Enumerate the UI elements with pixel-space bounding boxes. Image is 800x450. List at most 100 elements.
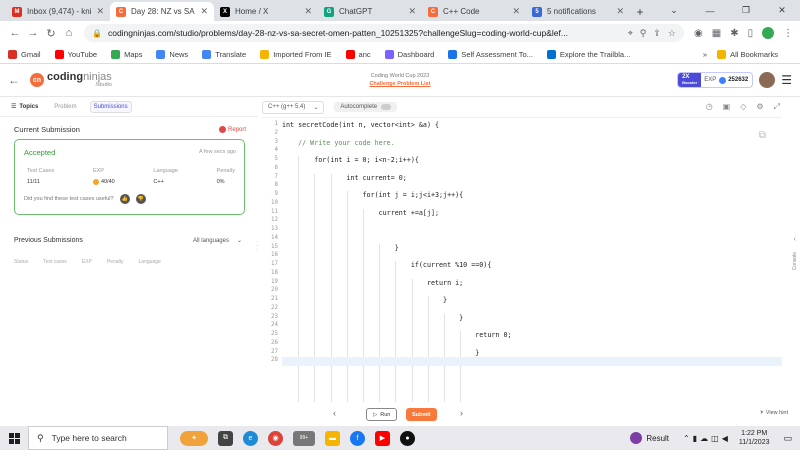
submit-button[interactable]: Submit [406,408,437,421]
omnibox[interactable]: 🔒 codingninjas.com/studio/problems/day-2… [84,24,684,42]
extension-icon[interactable]: ◉ [694,28,703,39]
exp-booster-badge[interactable]: 2X Booster EXP 252632 [677,72,754,88]
forward-icon[interactable]: → [24,27,42,39]
browser-tab[interactable]: C Day 28: NZ vs SA ✕ [110,2,214,21]
bookmark-item[interactable]: anc [345,49,371,59]
facebook-icon[interactable]: f [350,430,365,446]
bookmark-item[interactable]: Translate [202,49,246,59]
browser-tab[interactable]: C C++ Code ✕ [422,2,526,21]
thumbs-down-icon[interactable]: 👎 [135,194,146,204]
translate-icon[interactable]: ⌖ [628,28,633,39]
bookmark-item[interactable]: Explore the Trailbla... [546,49,630,59]
home-icon[interactable]: ⌂ [60,27,78,39]
mail-badge-icon[interactable]: 99+ [293,430,315,446]
diwali-widget-icon[interactable]: ✦ [180,430,208,446]
close-tab-icon[interactable]: ✕ [512,6,520,17]
tab-search-icon[interactable]: ⌄ [656,0,692,21]
site-info-icon[interactable]: 🔒 [92,29,102,38]
browser-tab[interactable]: 5 5 notifications ✕ [526,2,630,21]
chrome-icon[interactable]: ◉ [268,430,283,446]
extension-icon[interactable]: ▦ [712,28,721,39]
language-select[interactable]: C++ (g++ 5.4) ⌄ [262,100,325,114]
tab-title: Inbox (9,474) - kni [27,7,92,16]
tab-problem[interactable]: Problem [51,102,79,112]
settings-gear-icon[interactable]: ⚙ [756,102,763,112]
extensions-puzzle-icon[interactable]: ✱ [730,28,738,39]
bookmark-item[interactable]: Imported From IE [260,49,332,59]
zoom-icon[interactable]: ⚲ [640,28,647,39]
close-tab-icon[interactable]: ✕ [616,6,624,17]
windows-start-icon[interactable] [0,432,28,444]
notification-icon[interactable]: ▭ [783,433,792,444]
file-explorer-icon[interactable]: ▬ [325,430,340,446]
bookmark-label: Maps [124,49,143,59]
console-chevron-icon[interactable]: ‹ [794,236,796,243]
close-window-button[interactable]: ✕ [764,0,800,21]
youtube-icon[interactable]: ▶ [375,430,390,446]
browser-tab[interactable]: M Inbox (9,474) - kni ✕ [6,2,110,21]
bookmark-item[interactable]: News [156,49,188,59]
more-bookmarks-icon[interactable]: » [703,50,707,59]
contest-problem-list-link[interactable]: Challenge Problem List [369,81,430,87]
edge-icon[interactable]: e [243,430,258,446]
run-button[interactable]: ▷ Run [366,408,398,421]
system-tray-icons[interactable]: ⌃▮☁◫◀ [683,434,731,443]
chatgpt-icon: G [324,6,334,17]
user-avatar[interactable] [759,72,776,88]
bookmark-item[interactable]: YouTube [54,49,97,59]
save-icon[interactable]: ▣ [723,102,731,112]
browser-tab-strip: M Inbox (9,474) - kni ✕ C Day 28: NZ vs SA ✕ X… [0,0,800,21]
browser-tab[interactable]: G ChatGPT ✕ [318,2,422,21]
tab-title: Home / X [235,7,269,16]
restore-button[interactable]: ❐ [728,0,764,21]
close-tab-icon[interactable]: ✕ [304,6,312,17]
view-hint-button[interactable]: ☀ View hint [759,410,788,416]
browser-tab[interactable]: X Home / X ✕ [214,2,318,21]
bookmark-item[interactable]: Dashboard [384,49,434,59]
bookmark-item[interactable]: Self Assessment To... [448,49,533,59]
share-icon[interactable]: ⇪ [653,28,661,39]
next-problem-arrow-icon[interactable]: › [460,408,463,418]
result-widget[interactable]: Result [630,432,669,444]
close-tab-icon[interactable]: ✕ [408,6,416,17]
code-editor-panel: C++ (g++ 5.4) ⌄ Autocomplete ◷ ▣ ◇ ⚙ ⤢ ⧉ … [262,97,786,410]
site-header: ← cn codingninjas /studio Coding World C… [0,64,800,97]
copy-icon[interactable]: ⧉ [759,130,766,141]
panel-resize-handle[interactable]: · · · [256,239,258,253]
task-view-icon[interactable]: ⧉ [218,430,233,446]
console-tab[interactable]: Console [792,252,798,270]
back-arrow-icon[interactable]: ← [8,73,20,87]
codingninjas-logo[interactable]: cn codingninjas /studio [30,72,112,88]
hamburger-menu-icon[interactable]: ☰ [781,73,792,87]
language-filter-dropdown[interactable]: All languages ⌄ [189,235,246,246]
fullscreen-icon[interactable]: ⤢ [774,102,780,112]
bookmark-favicon-icon [156,49,166,59]
bookmark-favicon-icon [111,49,121,59]
record-app-icon[interactable]: ● [400,430,415,446]
minimize-button[interactable]: — [692,0,728,21]
bookmark-item[interactable]: Gmail [8,49,41,59]
timer-icon[interactable]: ◷ [706,102,713,112]
code-area[interactable]: ⧉ 1 int secretCode(int n, vector<int> &a)… [262,117,782,410]
report-button[interactable]: Report [218,125,246,134]
window-controls: ⌄ — ❐ ✕ [656,0,800,21]
code-snippet-icon[interactable]: ◇ [740,102,746,112]
close-tab-icon[interactable]: ✕ [200,6,208,17]
reload-icon[interactable]: ↻ [42,27,60,40]
tab-topics[interactable]: ☰ Topics [8,101,41,112]
bookmark-item[interactable]: Maps [111,49,143,59]
taskbar-search[interactable]: ⚲ Type here to search [28,426,168,450]
thumbs-up-icon[interactable]: 👍 [119,194,130,204]
close-tab-icon[interactable]: ✕ [96,6,104,17]
tab-submissions[interactable]: Submissions [89,100,132,113]
back-icon[interactable]: ← [6,27,24,39]
autocomplete-toggle[interactable]: Autocomplete [334,102,398,112]
clock[interactable]: 1:22 PM 11/1/2023 [739,429,770,447]
all-bookmarks-folder[interactable]: All Bookmarks [717,49,778,59]
side-panel-icon[interactable]: ▯ [748,28,754,39]
profile-avatar[interactable] [762,27,775,39]
new-tab-button[interactable]: + [630,2,650,21]
bookmark-star-icon[interactable]: ☆ [668,28,676,39]
chrome-menu-icon[interactable]: ⋮ [783,28,793,39]
prev-problem-arrow-icon[interactable]: ‹ [333,408,336,418]
